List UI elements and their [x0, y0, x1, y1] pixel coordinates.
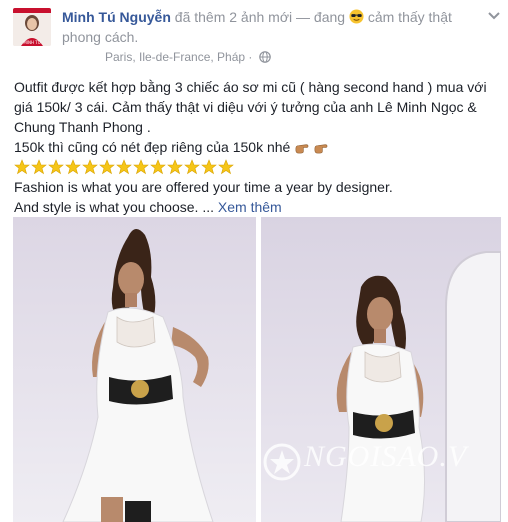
star-emoji-icon — [133, 159, 149, 175]
post-line-en-2: And style is what you choose. ... Xem th… — [14, 199, 282, 215]
post-location[interactable]: Paris, Ile-de-France, Pháp — [105, 50, 245, 64]
chevron-down-icon[interactable] — [487, 11, 501, 21]
sunglasses-emoji-icon — [349, 9, 364, 24]
thumb-point-icon — [295, 144, 309, 154]
post-line-en: Fashion is what you are offered your tim… — [14, 179, 393, 195]
star-emoji-icon — [82, 159, 98, 175]
post-header: Minh Tú Nguyễn đã thêm 2 ảnh mới — đang … — [62, 7, 482, 47]
post-action: đã thêm 2 ảnh mới — đang — [174, 9, 346, 25]
ngoisao-logo-icon — [263, 443, 301, 481]
star-emoji-icon — [218, 159, 234, 175]
see-more-link[interactable]: Xem thêm — [218, 199, 282, 215]
star-emoji-row — [14, 157, 494, 177]
globe-icon[interactable] — [258, 51, 271, 63]
star-emoji-icon — [116, 159, 132, 175]
author-name[interactable]: Minh Tú Nguyễn — [62, 9, 171, 25]
facebook-post: MINH TÚ Minh Tú Nguyễn đã thêm 2 ảnh mới… — [0, 0, 508, 522]
star-emoji-icon — [48, 159, 64, 175]
star-emoji-icon — [31, 159, 47, 175]
post-paragraph: Outfit được kết hợp bằng 3 chiếc áo sơ m… — [14, 79, 487, 135]
star-emoji-icon — [65, 159, 81, 175]
post-meta: Paris, Ile-de-France, Pháp · — [105, 50, 271, 64]
star-emoji-icon — [14, 159, 30, 175]
star-emoji-icon — [167, 159, 183, 175]
post-paragraph-price: 150k thì cũng có nét đẹp riêng của 150k … — [14, 137, 494, 157]
post-body: Outfit được kết hợp bằng 3 chiếc áo sơ m… — [14, 77, 494, 217]
star-emoji-icon — [184, 159, 200, 175]
star-emoji-icon — [99, 159, 115, 175]
star-emoji-icon — [201, 159, 217, 175]
avatar[interactable]: MINH TÚ — [13, 8, 51, 46]
post-photo-1[interactable] — [13, 217, 256, 522]
svg-text:MINH TÚ: MINH TÚ — [23, 40, 40, 45]
star-emoji-icon — [150, 159, 166, 175]
thumb-point-icon — [314, 144, 328, 154]
meta-separator: · — [248, 50, 253, 64]
photo-watermark: NGOISAO.V — [304, 440, 468, 473]
